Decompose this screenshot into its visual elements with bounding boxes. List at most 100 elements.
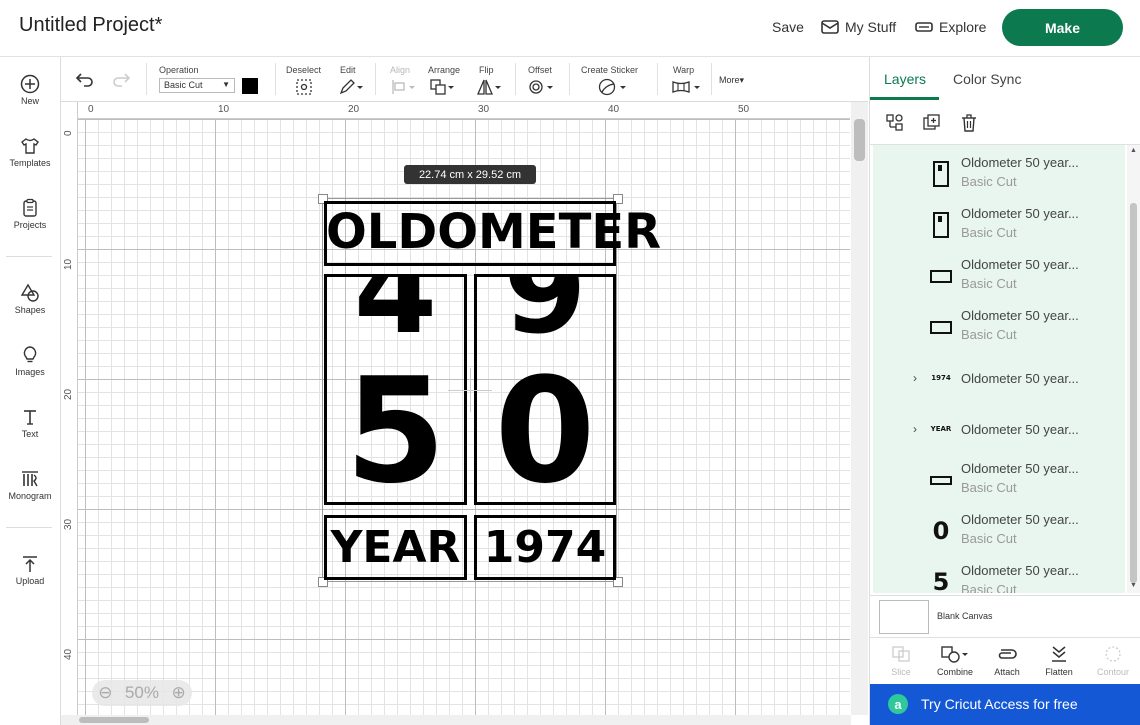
sidebar-item-monogram[interactable]: Monogram	[0, 469, 60, 501]
layer-name: Oldometer 50 year...	[961, 308, 1079, 323]
undo-button[interactable]	[75, 71, 95, 92]
scroll-thumb[interactable]	[79, 717, 149, 723]
attach-button[interactable]: Attach	[980, 638, 1034, 684]
sidebar-label-new: New	[20, 96, 39, 106]
scroll-up-icon[interactable]: ▲	[1130, 147, 1137, 154]
toolbar-divider	[146, 63, 147, 95]
layer-operation: Basic Cut	[961, 582, 1017, 593]
layer-group-item[interactable]: › YEAR Oldometer 50 year...	[873, 406, 1125, 457]
duplicate-button[interactable]	[922, 113, 942, 138]
edit-label: Edit	[340, 65, 356, 75]
center-crosshair	[470, 368, 471, 412]
make-button[interactable]: Make	[1002, 9, 1123, 46]
layer-thumbnail-text: 1974	[923, 363, 959, 393]
sidebar-item-projects[interactable]: Projects	[0, 198, 60, 230]
expand-chevron-icon[interactable]: ›	[913, 422, 917, 436]
sidebar-item-text[interactable]: Text	[0, 407, 60, 439]
duplicate-icon	[923, 114, 940, 130]
layer-name: Oldometer 50 year...	[961, 206, 1079, 221]
edit-toolbar: Operation Basic Cut ▼ Deselect Edit Alig…	[61, 57, 868, 102]
sidebar-item-upload[interactable]: Upload	[0, 554, 60, 586]
operation-select[interactable]: Basic Cut ▼	[159, 78, 235, 93]
layer-name: Oldometer 50 year...	[961, 422, 1079, 437]
delete-button[interactable]	[959, 113, 979, 138]
arrange-button[interactable]	[429, 78, 455, 101]
my-stuff-button[interactable]: My Stuff	[821, 19, 896, 35]
layer-item[interactable]: 5 Oldometer 50 year... Basic Cut	[873, 559, 1125, 593]
canvas-horizontal-scrollbar[interactable]	[61, 715, 851, 725]
layer-name: Oldometer 50 year...	[961, 257, 1079, 272]
sidebar-item-shapes[interactable]: Shapes	[0, 283, 60, 315]
align-button[interactable]	[390, 78, 416, 101]
operation-label: Operation	[159, 65, 199, 75]
layer-item[interactable]: Oldometer 50 year... Basic Cut	[873, 202, 1125, 253]
layer-item[interactable]: 0 Oldometer 50 year... Basic Cut	[873, 508, 1125, 559]
deselect-icon	[296, 79, 312, 95]
left-digit-box[interactable]: 4 5	[324, 274, 467, 505]
scroll-thumb[interactable]	[1130, 203, 1137, 583]
cricut-access-banner[interactable]: a Try Cricut Access for free	[870, 684, 1140, 725]
contour-button[interactable]: Contour	[1086, 638, 1140, 684]
right-digit-box[interactable]: 9 0	[474, 274, 616, 505]
combine-button[interactable]: Combine	[928, 638, 982, 684]
explore-button[interactable]: Explore	[915, 19, 986, 35]
group-button[interactable]	[885, 113, 905, 138]
tab-layers[interactable]: Layers	[884, 71, 926, 87]
arrange-label: Arrange	[428, 65, 461, 75]
redo-button[interactable]	[111, 71, 131, 92]
contour-icon	[1105, 646, 1121, 662]
warp-button[interactable]	[671, 78, 701, 101]
layer-name: Oldometer 50 year...	[961, 461, 1079, 476]
cricut-access-logo-icon: a	[888, 694, 908, 714]
ruler-tick: 10	[63, 258, 74, 270]
attach-label: Attach	[994, 667, 1020, 677]
contour-label: Contour	[1096, 667, 1130, 677]
offset-icon	[529, 80, 553, 94]
layer-thumbnail-label: 0	[932, 517, 950, 545]
project-title[interactable]: Untitled Project*	[19, 14, 162, 37]
deselect-button[interactable]	[295, 78, 313, 101]
create-sticker-button[interactable]	[597, 78, 627, 101]
scroll-down-icon[interactable]: ▼	[1130, 582, 1137, 589]
sidebar-item-images[interactable]: Images	[0, 345, 60, 377]
layer-operation: Basic Cut	[961, 225, 1017, 240]
canvas-vertical-scrollbar[interactable]	[851, 102, 868, 715]
toolbar-divider	[515, 63, 516, 95]
edit-button[interactable]	[338, 78, 364, 101]
layer-item[interactable]: Oldometer 50 year... Basic Cut	[873, 304, 1125, 355]
scroll-thumb[interactable]	[854, 119, 865, 161]
layer-operation: Basic Cut	[961, 174, 1017, 189]
layer-item[interactable]: Oldometer 50 year... Basic Cut	[873, 151, 1125, 202]
layer-thumbnail-rect	[923, 312, 959, 342]
warp-label: Warp	[673, 65, 695, 75]
sidebar-item-new[interactable]: New	[0, 74, 60, 106]
flip-button[interactable]	[476, 78, 502, 101]
layers-scrollbar[interactable]: ▲ ▼	[1127, 145, 1140, 593]
tab-color-sync[interactable]: Color Sync	[953, 71, 1021, 87]
lightbulb-icon	[23, 346, 37, 363]
slice-label: Slice	[891, 667, 911, 677]
sidebar-item-templates[interactable]: Templates	[0, 136, 60, 168]
zoom-out-icon[interactable]: ⊖	[98, 683, 112, 703]
blank-canvas-swatch[interactable]	[879, 600, 929, 634]
flip-icon	[477, 79, 501, 95]
layer-item[interactable]: Oldometer 50 year... Basic Cut	[873, 457, 1125, 508]
layer-tools-bar: Slice Combine Attach Flatten Contour	[870, 637, 1140, 684]
flatten-button[interactable]: Flatten	[1032, 638, 1086, 684]
explore-label: Explore	[939, 19, 987, 35]
more-button[interactable]: More▾	[719, 75, 744, 86]
layer-group-item[interactable]: › 1974 Oldometer 50 year...	[873, 355, 1125, 406]
monogram-icon	[22, 471, 38, 487]
layer-item[interactable]: Oldometer 50 year... Basic Cut	[873, 253, 1125, 304]
layers-list: Oldometer 50 year... Basic Cut Oldometer…	[873, 145, 1125, 593]
zoom-in-icon[interactable]: ⊕	[171, 683, 185, 703]
layer-name: Oldometer 50 year...	[961, 563, 1079, 578]
slice-button[interactable]: Slice	[874, 638, 928, 684]
color-swatch[interactable]	[242, 78, 258, 94]
operation-value: Basic Cut	[164, 80, 203, 90]
expand-chevron-icon[interactable]: ›	[913, 371, 917, 385]
save-button[interactable]: Save	[772, 19, 804, 35]
blank-canvas-row[interactable]: Blank Canvas	[870, 595, 1140, 636]
offset-button[interactable]	[528, 78, 554, 101]
design-title: OLDOMETER	[326, 204, 662, 260]
